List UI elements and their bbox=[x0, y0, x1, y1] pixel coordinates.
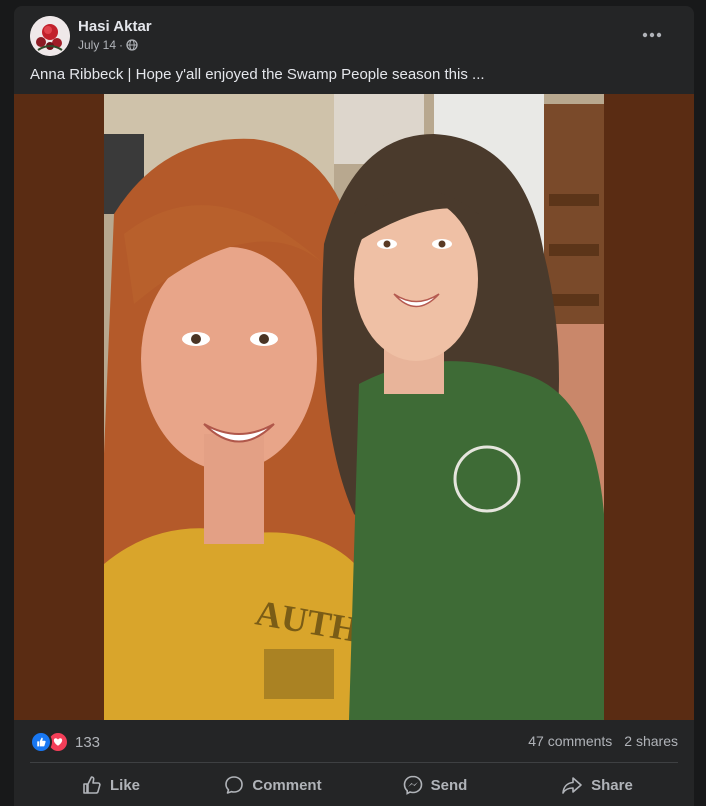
share-button[interactable]: Share bbox=[516, 768, 678, 802]
post-card: Hasi Aktar July 14 · Anna Ribbeck | Hope… bbox=[14, 6, 694, 806]
share-label: Share bbox=[591, 776, 633, 794]
comment-icon bbox=[225, 776, 244, 794]
send-button[interactable]: Send bbox=[354, 768, 516, 802]
post-header: Hasi Aktar July 14 · bbox=[30, 16, 682, 60]
photo-image: AUTHE bbox=[104, 94, 604, 720]
comment-label: Comment bbox=[252, 776, 322, 794]
action-bar: Like Comment Send Share bbox=[30, 768, 678, 802]
avatar[interactable] bbox=[30, 16, 70, 56]
more-dots-icon bbox=[642, 32, 662, 38]
like-icon bbox=[30, 731, 52, 753]
thumbs-up-icon bbox=[83, 776, 101, 794]
meta-separator: · bbox=[119, 38, 124, 52]
post-date[interactable]: July 14 bbox=[78, 38, 116, 52]
send-label: Send bbox=[430, 776, 468, 794]
reaction-count: 133 bbox=[75, 733, 101, 751]
globe-icon bbox=[126, 39, 138, 51]
post-photo[interactable]: AUTHE bbox=[14, 94, 694, 720]
comment-button[interactable]: Comment bbox=[192, 768, 354, 802]
post-meta: July 14 · bbox=[78, 38, 138, 52]
shares-count[interactable]: 2 shares bbox=[624, 733, 678, 749]
share-icon bbox=[562, 777, 582, 794]
comments-count[interactable]: 47 comments bbox=[528, 733, 612, 749]
reactions-summary[interactable]: 133 bbox=[30, 731, 100, 753]
post-stats: 133 47 comments 2 shares bbox=[30, 728, 678, 758]
more-options-button[interactable] bbox=[634, 24, 670, 46]
author-name[interactable]: Hasi Aktar bbox=[78, 18, 152, 35]
engagement-counts: 47 comments 2 shares bbox=[528, 733, 678, 749]
like-label: Like bbox=[109, 776, 140, 794]
like-button[interactable]: Like bbox=[30, 768, 192, 802]
post-caption: Anna Ribbeck | Hope y'all enjoyed the Sw… bbox=[30, 66, 485, 83]
messenger-icon bbox=[403, 775, 422, 795]
divider bbox=[30, 762, 678, 763]
